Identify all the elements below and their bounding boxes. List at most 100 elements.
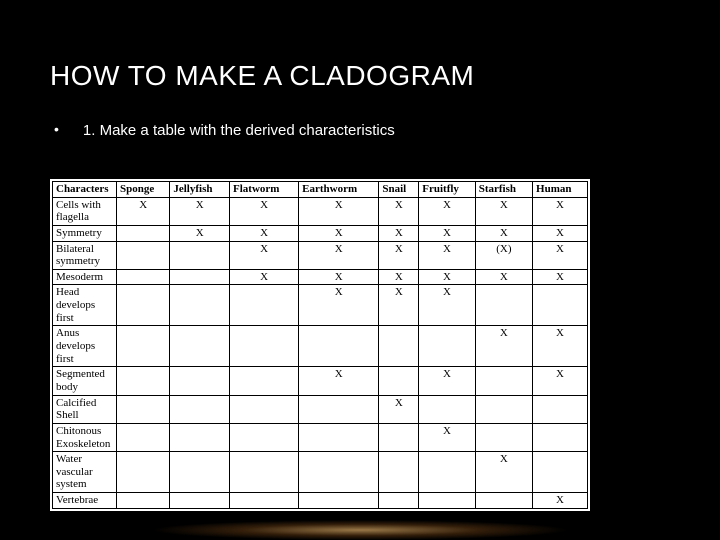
cell: X — [533, 367, 588, 395]
cell — [475, 493, 532, 509]
cell: X — [533, 241, 588, 269]
cell: X — [170, 225, 230, 241]
col-sponge: Sponge — [117, 182, 170, 198]
col-flatworm: Flatworm — [230, 182, 299, 198]
cell — [533, 452, 588, 493]
cell: X — [475, 197, 532, 225]
row-label: Mesoderm — [53, 269, 117, 285]
bullet-text: 1. Make a table with the derived charact… — [83, 120, 395, 141]
col-starfish: Starfish — [475, 182, 532, 198]
cell: X — [299, 197, 379, 225]
cell — [419, 326, 475, 367]
cell — [170, 452, 230, 493]
row-label: Head develops first — [53, 285, 117, 326]
cell — [117, 225, 170, 241]
cell — [230, 423, 299, 451]
table-row: Bilateral symmetryXXXX(X)X — [53, 241, 588, 269]
col-human: Human — [533, 182, 588, 198]
cell — [299, 395, 379, 423]
cell — [379, 326, 419, 367]
cell: X — [419, 285, 475, 326]
cell — [170, 326, 230, 367]
cell: X — [419, 367, 475, 395]
cell — [475, 367, 532, 395]
row-label: Water vascular system — [53, 452, 117, 493]
table-row: Anus develops firstXX — [53, 326, 588, 367]
cell — [170, 269, 230, 285]
cell — [299, 326, 379, 367]
cell: X — [299, 367, 379, 395]
cell — [299, 423, 379, 451]
cell — [117, 423, 170, 451]
cell — [117, 395, 170, 423]
row-label: Chitonous Exoskeleton — [53, 423, 117, 451]
cell — [475, 395, 532, 423]
cell — [117, 269, 170, 285]
cell: X — [533, 225, 588, 241]
bullet-row: • 1. Make a table with the derived chara… — [54, 120, 670, 141]
cell — [117, 241, 170, 269]
cell: X — [533, 197, 588, 225]
cell — [170, 395, 230, 423]
table-row: Head develops firstXXX — [53, 285, 588, 326]
cell — [117, 452, 170, 493]
cell: X — [379, 269, 419, 285]
cell: X — [419, 423, 475, 451]
table-row: Cells with flagellaXXXXXXXX — [53, 197, 588, 225]
cell: X — [230, 269, 299, 285]
cell — [117, 326, 170, 367]
cell — [379, 493, 419, 509]
cell — [230, 493, 299, 509]
cell — [230, 367, 299, 395]
cell: X — [117, 197, 170, 225]
row-label: Anus develops first — [53, 326, 117, 367]
cell: X — [230, 241, 299, 269]
cell: X — [299, 241, 379, 269]
cell — [170, 367, 230, 395]
cell — [419, 395, 475, 423]
characteristics-table: Characters Sponge Jellyfish Flatworm Ear… — [52, 181, 588, 509]
glow-decoration — [150, 520, 570, 540]
cell: X — [533, 493, 588, 509]
cell — [230, 326, 299, 367]
col-earthworm: Earthworm — [299, 182, 379, 198]
cell — [117, 493, 170, 509]
row-label: Symmetry — [53, 225, 117, 241]
cell — [533, 423, 588, 451]
cell: X — [379, 241, 419, 269]
table-row: Chitonous Exoskeleton X — [53, 423, 588, 451]
cell: (X) — [475, 241, 532, 269]
cell — [533, 395, 588, 423]
cell: X — [230, 225, 299, 241]
cell: X — [475, 326, 532, 367]
cell: X — [379, 395, 419, 423]
cell — [379, 423, 419, 451]
cell — [117, 367, 170, 395]
col-fruitfly: Fruitfly — [419, 182, 475, 198]
cell: X — [419, 225, 475, 241]
cell: X — [419, 241, 475, 269]
cell: X — [299, 225, 379, 241]
row-label: Calcified Shell — [53, 395, 117, 423]
row-label: Vertebrae — [53, 493, 117, 509]
row-label: Cells with flagella — [53, 197, 117, 225]
table-header-row: Characters Sponge Jellyfish Flatworm Ear… — [53, 182, 588, 198]
cell — [533, 285, 588, 326]
cell — [379, 367, 419, 395]
cell — [117, 285, 170, 326]
cell: X — [230, 197, 299, 225]
slide-title: HOW TO MAKE A CLADOGRAM — [50, 60, 670, 92]
col-snail: Snail — [379, 182, 419, 198]
cell: X — [170, 197, 230, 225]
characteristics-table-wrap: Characters Sponge Jellyfish Flatworm Ear… — [50, 179, 590, 511]
cell: X — [419, 269, 475, 285]
cell — [170, 285, 230, 326]
cell — [419, 493, 475, 509]
col-jellyfish: Jellyfish — [170, 182, 230, 198]
cell — [299, 493, 379, 509]
cell: X — [475, 225, 532, 241]
row-label: Segmented body — [53, 367, 117, 395]
cell: X — [379, 197, 419, 225]
cell: X — [379, 285, 419, 326]
table-row: Water vascular systemX — [53, 452, 588, 493]
